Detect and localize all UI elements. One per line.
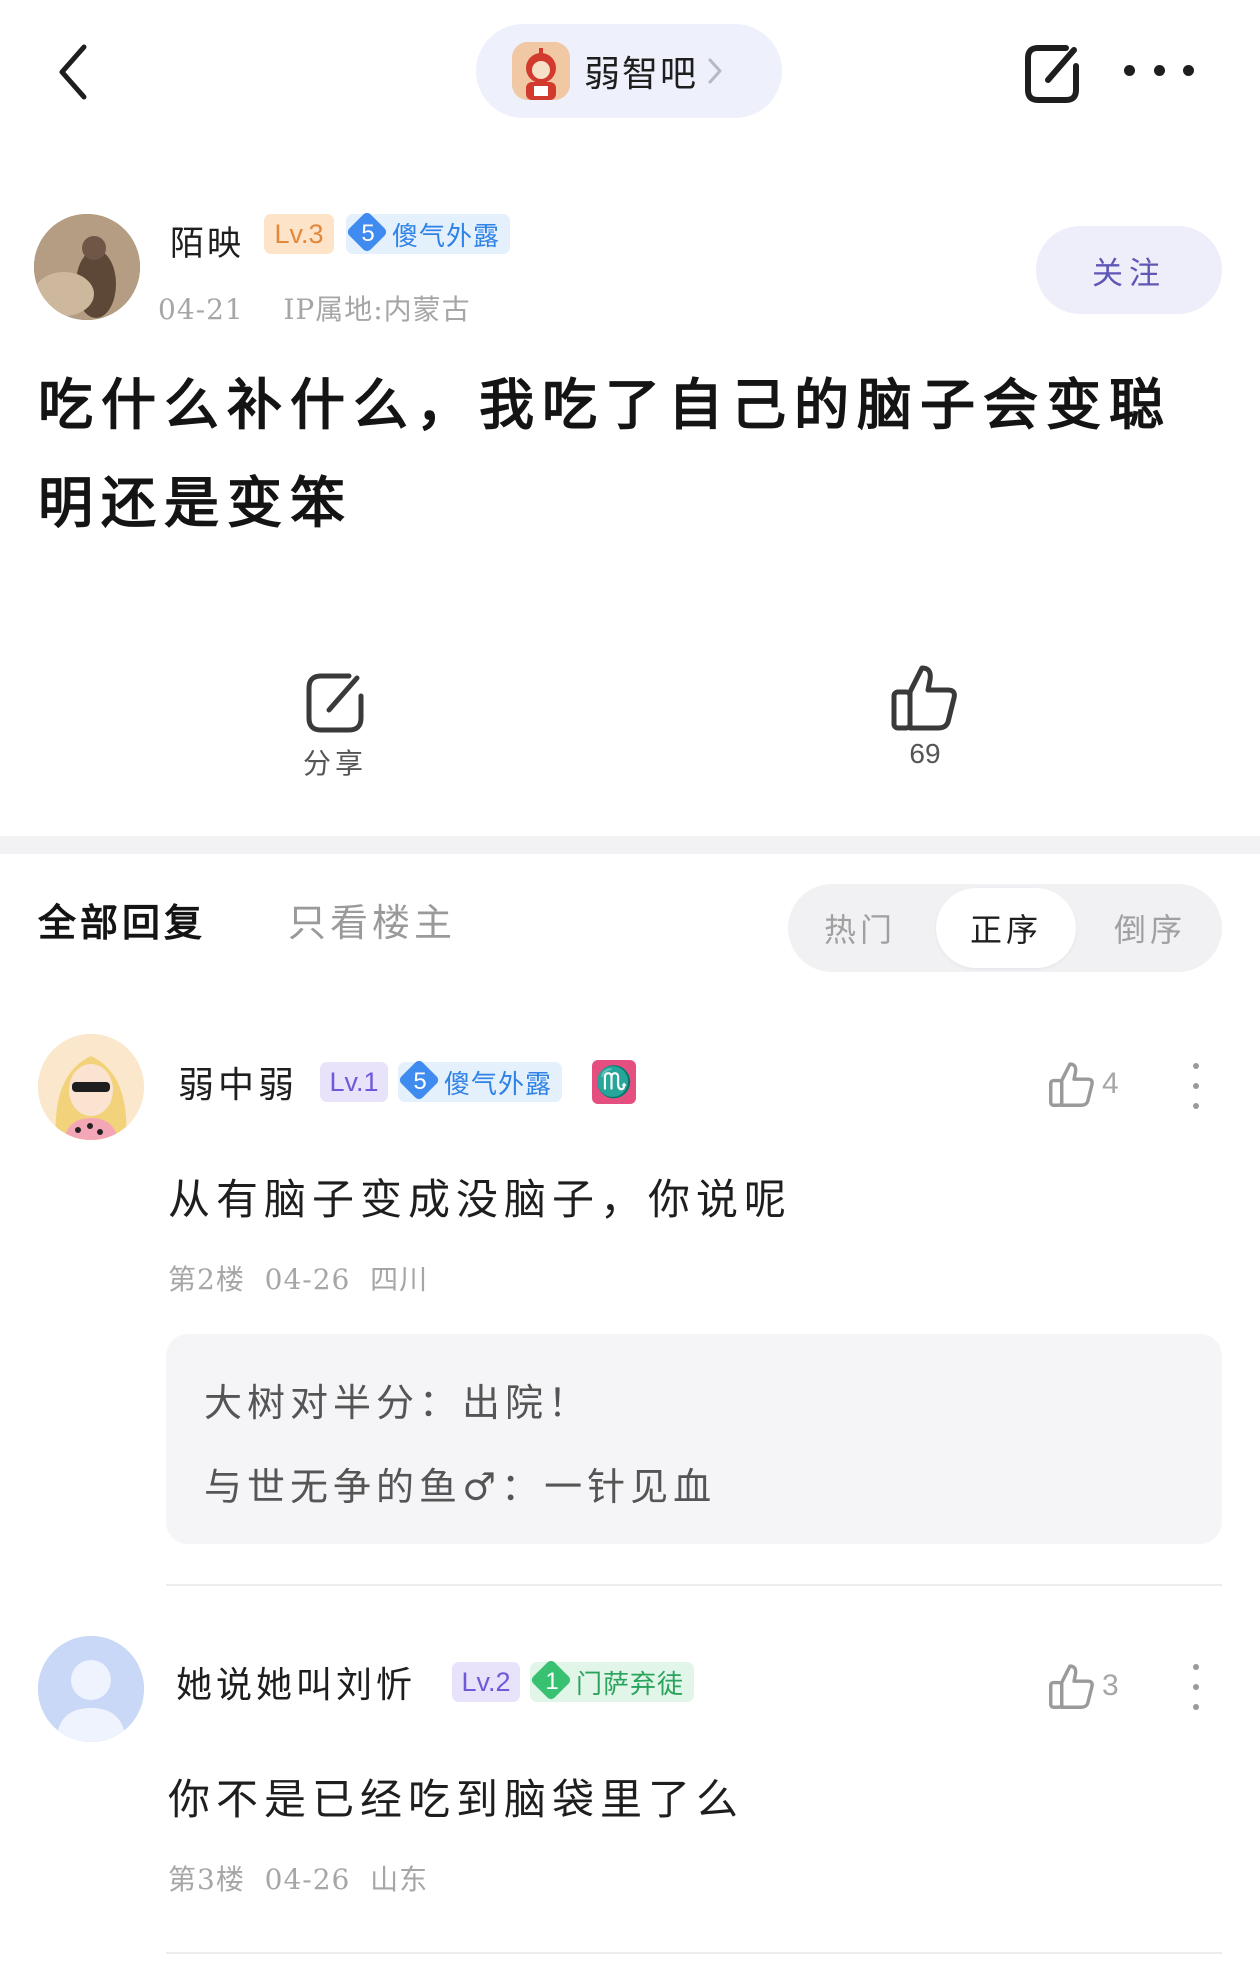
reply-floor: 第2楼 [168,1263,245,1296]
thumbs-up-icon [1049,1664,1094,1709]
dot-icon [1124,64,1135,76]
reply-content: 你不是已经吃到脑袋里了么 [168,1775,745,1824]
reply-floor: 第3楼 [168,1863,245,1896]
reply-meta: 第2楼 04-26 四川 [168,1258,428,1298]
sort-toggle: 热门 正序 倒序 [788,884,1222,972]
dot-icon [1193,1083,1199,1089]
reply-content: 从有脑子变成没脑子，你说呢 [168,1175,793,1224]
sub-reply[interactable]: 大树对半分：出院！ [204,1372,591,1427]
reply-like-count: 4 [1102,1067,1119,1100]
reply-location: 山东 [370,1863,429,1896]
reply-like-count: 3 [1102,1669,1119,1702]
more-options-button[interactable] [1124,46,1194,94]
sub-reply-text: 一针见血 [544,1465,717,1509]
avatar[interactable] [38,1034,144,1140]
edit-button[interactable] [1020,36,1084,108]
sort-descending[interactable]: 倒序 [1078,884,1222,972]
chevron-right-icon [706,56,724,86]
scorpio-zodiac-icon: ♏ [592,1060,636,1104]
title-tag-text: 傻气外露 [392,221,501,252]
sub-reply-user[interactable]: 与世无争的鱼♂ [204,1465,501,1509]
avatar[interactable] [38,1636,144,1742]
share-label: 分享 [302,747,367,780]
thumbs-up-icon [1049,1062,1094,1107]
sub-reply-separator: ： [501,1465,545,1509]
title-tag: 5 傻气外露 [346,214,511,254]
post-date: 04-21 [158,293,244,326]
forum-entry-pill[interactable]: 弱智吧 [476,24,782,118]
dot-icon [1193,1063,1199,1069]
edit-icon [1025,45,1079,103]
author-avatar[interactable] [34,214,140,320]
title-level-icon: 5 [398,1062,442,1102]
dot-icon [1153,64,1165,76]
reply-date: 04-26 [264,1863,351,1896]
reply-author-name[interactable]: 她说她叫刘忻 [176,1656,416,1708]
tab-op-only[interactable]: 只看楼主 [288,892,456,947]
reply-date: 04-26 [264,1263,351,1296]
reply-like-button[interactable]: 3 [1048,1662,1119,1710]
title-tag-text: 门萨弃徒 [576,1669,685,1700]
dot-icon [1193,1664,1199,1670]
section-divider [0,836,1260,854]
reply-more-button[interactable] [1190,1063,1202,1109]
reply-author-name[interactable]: 弱中弱 [178,1056,298,1108]
dot-icon [1193,1704,1199,1710]
title-tag: 5 傻气外露 [398,1062,563,1102]
back-button[interactable] [48,34,98,110]
title-level-icon: 1 [530,1662,574,1702]
level-badge: Lv.2 [452,1662,520,1702]
title-tag-text: 傻气外露 [444,1069,553,1100]
sub-reply-text: 出院！ [462,1381,592,1425]
sub-reply-user[interactable]: 大树对半分 [204,1381,419,1425]
forum-name: 弱智吧 [584,54,699,95]
follow-button[interactable]: 关注 [1036,226,1222,314]
sub-reply-separator: ： [419,1381,463,1425]
reply-divider [166,1584,1222,1586]
reply-divider [166,1952,1222,1954]
like-count: 69 [909,738,941,769]
post-meta: 04-21 IP属地:内蒙古 [158,288,471,328]
reply-more-button[interactable] [1190,1664,1202,1710]
post-title: 吃什么补什么，我吃了自己的脑子会变聪明还是变笨 [38,372,1173,535]
thumbs-up-icon [891,665,957,731]
chevron-left-icon [59,44,87,100]
level-badge: Lv.3 [264,214,334,254]
sort-ascending[interactable]: 正序 [936,888,1076,968]
share-button[interactable]: 分享 [280,668,390,788]
author-name[interactable]: 陌映 [170,216,244,265]
dot-icon [1193,1684,1199,1690]
forum-avatar [512,42,570,100]
like-button[interactable]: 69 [870,662,980,788]
dot-icon [1183,64,1194,76]
dot-icon [1193,1103,1199,1109]
reply-like-button[interactable]: 4 [1048,1060,1119,1108]
sub-reply[interactable]: 与世无争的鱼♂：一针见血 [204,1456,716,1511]
reply-location: 四川 [370,1263,429,1296]
sub-replies-box[interactable]: 大树对半分：出院！ 与世无争的鱼♂：一针见血 [166,1334,1222,1544]
title-level-icon: 5 [346,214,390,254]
post-ip-location: IP属地:内蒙古 [283,293,471,326]
reply-meta: 第3楼 04-26 山东 [168,1858,428,1898]
tab-all-replies[interactable]: 全部回复 [38,892,206,947]
title-tag: 1 门萨弃徒 [530,1662,695,1702]
sort-hot[interactable]: 热门 [788,884,932,972]
level-badge: Lv.1 [320,1062,388,1102]
share-icon [306,673,364,733]
